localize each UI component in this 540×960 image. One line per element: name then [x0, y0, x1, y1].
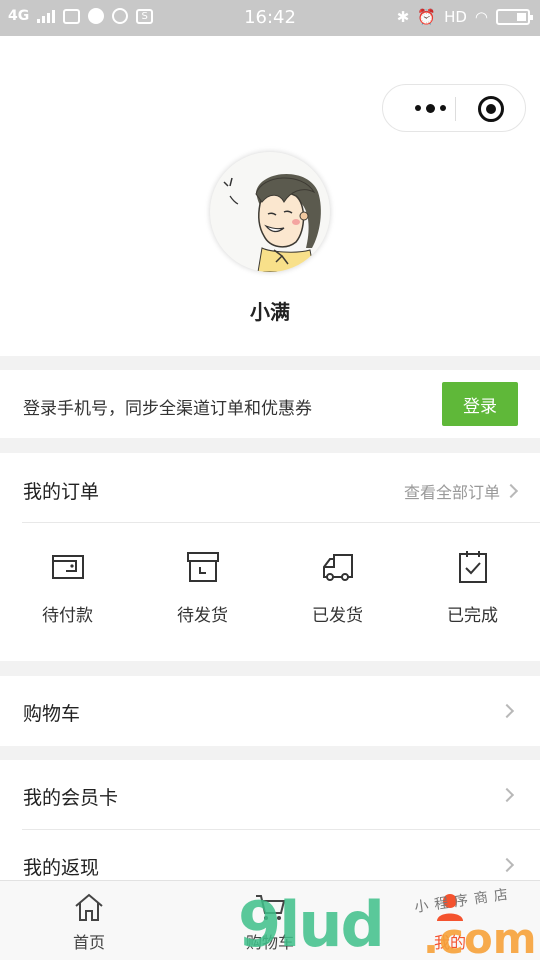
status-bar: 4G S 16:42 ✱ ⏰ HD ◠ [0, 0, 540, 36]
order-status-label: 待付款 [42, 606, 93, 626]
divider [22, 522, 540, 523]
tab-label: 首页 [72, 933, 105, 952]
wallet-icon [51, 555, 84, 579]
tab-bar: 首页 购物车 我的 [0, 880, 540, 960]
hd-label: HD [444, 8, 467, 26]
tab-label: 购物车 [245, 933, 294, 952]
order-status-label: 待发货 [177, 606, 228, 626]
menu-item-cart[interactable]: 购物车 [0, 676, 540, 746]
orders-header[interactable]: 我的订单 查看全部订单 [0, 453, 540, 523]
clipboard-check-icon [458, 551, 487, 583]
chevron-right-icon [499, 857, 515, 873]
order-status-completed[interactable]: 已完成 [405, 549, 540, 626]
login-button[interactable]: 登录 [442, 382, 518, 426]
login-prompt: 登录手机号，同步全渠道订单和优惠券 [23, 399, 312, 419]
bluetooth-icon: ✱ [396, 8, 410, 26]
tab-home[interactable]: 首页 [44, 891, 134, 953]
avatar[interactable] [210, 152, 330, 272]
close-circle-icon[interactable] [478, 96, 504, 122]
box-icon [186, 552, 219, 582]
menu-item-label: 我的返现 [23, 857, 100, 879]
chevron-right-icon [499, 703, 515, 719]
order-status-pending-payment[interactable]: 待付款 [0, 549, 135, 626]
orders-section: 我的订单 查看全部订单 待付款 待发货 已发货 已完成 [0, 453, 540, 661]
tab-cart[interactable]: 购物车 [225, 891, 315, 953]
cart-icon [256, 895, 286, 920]
wifi-icon: ◠ [474, 8, 488, 26]
profile-header: 小满 [0, 36, 540, 356]
user-icon [437, 894, 463, 921]
order-status-label: 已发货 [312, 606, 363, 626]
view-all-orders-link[interactable]: 查看全部订单 [403, 479, 519, 503]
menu-item-label: 购物车 [23, 703, 81, 725]
tab-me[interactable]: 我的 [405, 891, 495, 953]
mini-program-capsule [382, 84, 526, 132]
chevron-right-icon [499, 787, 515, 803]
tab-label: 我的 [433, 933, 466, 952]
capsule-divider [455, 97, 456, 121]
menu-item-membership-card[interactable]: 我的会员卡 [0, 760, 540, 830]
view-all-orders-label: 查看全部订单 [403, 483, 500, 502]
order-status-to-ship[interactable]: 待发货 [135, 549, 270, 626]
login-banner: 登录手机号，同步全渠道订单和优惠券 登录 [0, 370, 540, 438]
status-right: ✱ ⏰ HD ◠ [396, 8, 533, 26]
order-status-list: 待付款 待发货 已发货 已完成 [0, 549, 540, 626]
battery-icon [496, 9, 533, 25]
alarm-icon: ⏰ [417, 8, 437, 26]
orders-title: 我的订单 [23, 481, 100, 503]
home-icon [75, 893, 103, 921]
chevron-right-icon [503, 483, 519, 499]
more-dots-icon[interactable] [405, 85, 455, 131]
order-status-label: 已完成 [447, 606, 498, 626]
username: 小满 [250, 300, 290, 324]
truck-icon [322, 554, 353, 581]
order-status-shipped[interactable]: 已发货 [270, 549, 405, 626]
menu-item-label: 我的会员卡 [23, 787, 119, 809]
